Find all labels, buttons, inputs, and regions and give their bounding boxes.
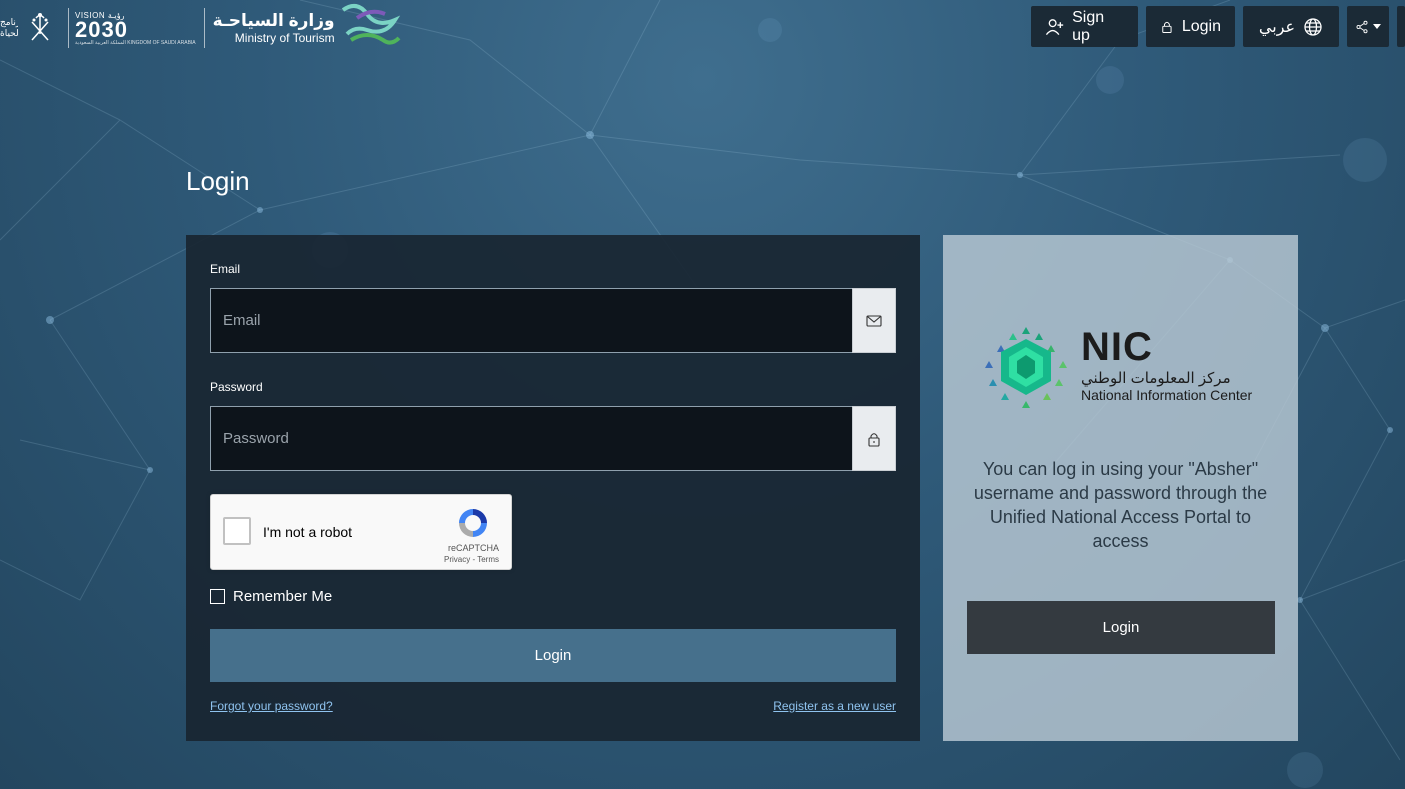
envelope-icon (866, 314, 882, 327)
user-plus-icon (1045, 18, 1064, 35)
password-input-group (210, 406, 896, 471)
email-input[interactable] (210, 288, 852, 353)
forgot-password-link[interactable]: Forgot your password? (210, 699, 333, 713)
nic-description: You can log in using your "Absher" usern… (973, 459, 1268, 551)
nic-emblem-icon (985, 327, 1067, 408)
signup-button[interactable]: Sign up (1031, 6, 1138, 47)
recaptcha-label: I'm not a robot (263, 524, 353, 540)
nic-login-card: NIC مركز المعلومات الوطني National Infor… (943, 235, 1298, 741)
login-submit-button[interactable]: Login (210, 629, 896, 682)
ministry-of-tourism-logo: وزارة السياحـة Ministry of Tourism (203, 8, 335, 48)
email-addon (852, 288, 896, 353)
share-icon (1356, 20, 1368, 33)
password-input[interactable] (210, 406, 852, 471)
recaptcha-checkbox[interactable] (223, 517, 251, 545)
password-addon (852, 406, 896, 471)
tourism-ribbon-icon (341, 3, 400, 45)
nic-logo-english: National Information Center (1081, 387, 1253, 403)
vision-2030-logo: VISION رؤيـة 2030 المملكة العربية السعود… (68, 8, 196, 48)
logo-group: برنامج الحياة VISION رؤيـة 2030 المملكة … (0, 2, 403, 54)
header-actions: Sign up Login عربي (1031, 6, 1405, 47)
header-login-label: Login (1181, 17, 1221, 35)
recaptcha-brand: reCAPTCHA (447, 543, 499, 553)
remember-me-label: Remember Me (233, 588, 333, 605)
password-label: Password (210, 380, 263, 394)
email-label: Email (210, 262, 241, 276)
language-switch-button[interactable]: عربي (1243, 6, 1339, 47)
lock-icon (1162, 21, 1172, 33)
ministry-name-arabic: وزارة السياحـة (212, 11, 335, 30)
extra-header-button[interactable] (1397, 6, 1405, 47)
nic-logo: NIC مركز المعلومات الوطني National Infor… (983, 321, 1263, 415)
nic-login-button[interactable]: Login (967, 601, 1275, 654)
header-login-button[interactable]: Login (1146, 6, 1235, 47)
vision-kingdom-text: المملكة العربية السعودية KINGDOM OF SAUD… (75, 39, 196, 46)
site-header: برنامج الحياة VISION رؤيـة 2030 المملكة … (0, 0, 1405, 60)
recaptcha-privacy-terms[interactable]: Privacy - Terms (444, 555, 499, 564)
lock-icon (868, 432, 880, 447)
vision-year: 2030 (75, 16, 128, 42)
recaptcha-widget: I'm not a robot reCAPTCHA Privacy - Term… (210, 494, 512, 570)
page-title: Login (186, 166, 250, 196)
globe-icon (1304, 17, 1322, 36)
share-dropdown-button[interactable] (1347, 6, 1389, 47)
saudi-emblem-icon (31, 13, 49, 41)
remember-me-checkbox[interactable] (210, 589, 225, 604)
nic-logo-name: NIC (1081, 325, 1153, 369)
recaptcha-logo-icon (459, 509, 487, 537)
language-label: عربي (1258, 18, 1296, 36)
remember-me: Remember Me (210, 588, 332, 605)
ministry-name-english: Ministry of Tourism (234, 31, 335, 45)
chevron-down-icon (1373, 24, 1381, 29)
quality-of-life-program-text: برنامج الحياة (0, 17, 18, 38)
nic-logo-arabic: مركز المعلومات الوطني (1081, 370, 1231, 387)
login-form-card: Email Password I'm not a robot reCAPTCHA… (186, 235, 920, 741)
signup-label: Sign up (1072, 8, 1105, 44)
register-link[interactable]: Register as a new user (773, 699, 896, 713)
email-input-group (210, 288, 896, 353)
